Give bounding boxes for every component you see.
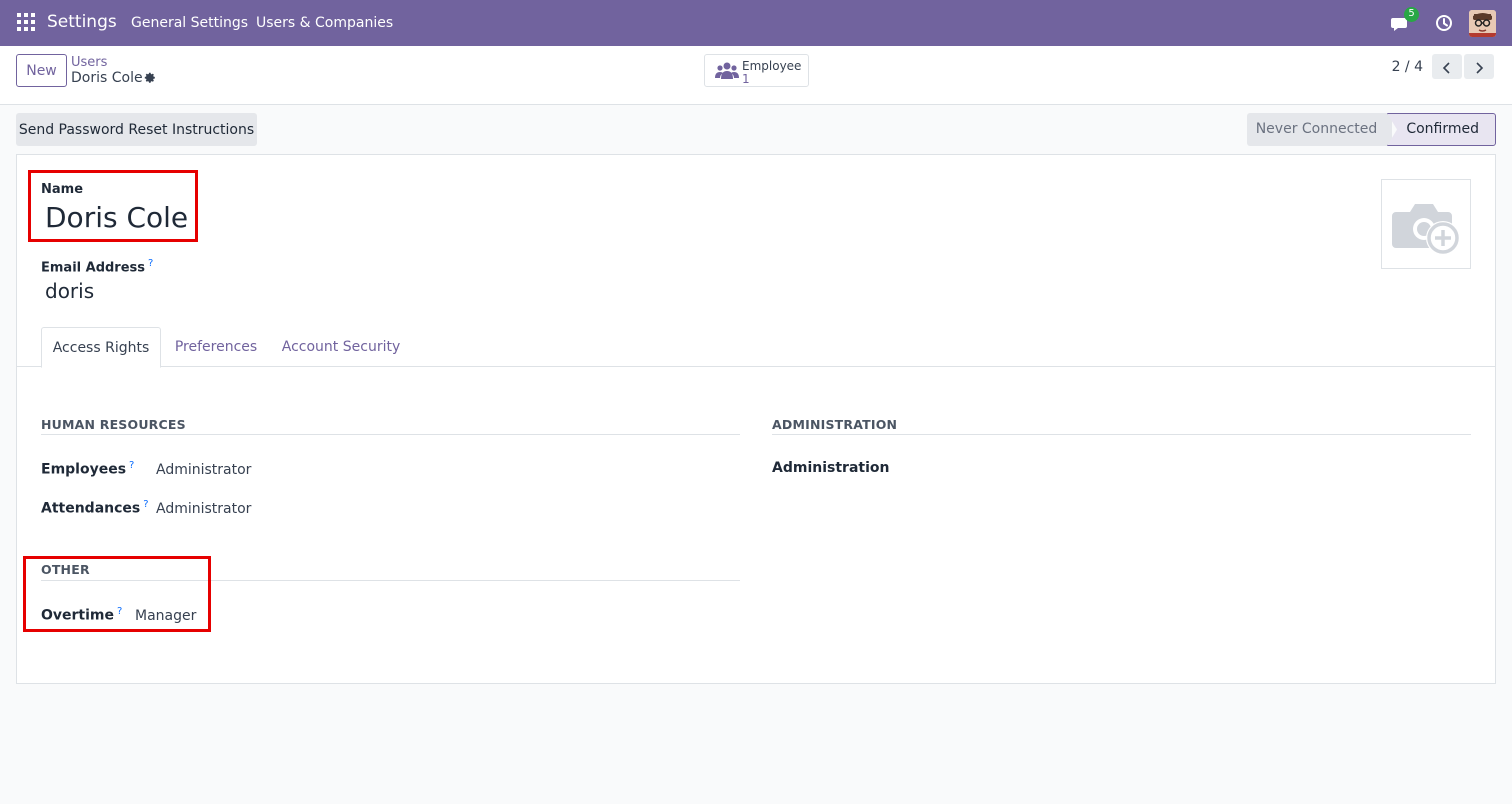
app-title[interactable]: Settings: [47, 12, 117, 32]
apps-grid-icon[interactable]: [17, 13, 35, 31]
employees-label-text: Employees: [41, 461, 127, 478]
attendances-label-text: Attendances: [41, 500, 141, 517]
users-icon: [715, 62, 739, 79]
new-button[interactable]: New: [16, 54, 67, 87]
breadcrumb-current: Doris Cole: [71, 70, 143, 86]
attendances-label: Attendances?: [41, 499, 149, 517]
form-sheet: Name Doris Cole Email Address? doris Acc…: [16, 154, 1496, 684]
smart-button-label: Employee: [742, 59, 802, 73]
chat-badge: 5: [1404, 7, 1419, 22]
pager-next-button[interactable]: [1464, 54, 1494, 79]
employees-field[interactable]: Administrator: [156, 462, 251, 478]
notebook-tabs: Access Rights Preferences Account Securi…: [17, 327, 1495, 368]
highlight-box-name: [28, 170, 198, 242]
email-label: Email Address?: [41, 258, 153, 275]
status-bar: Never Connected Confirmed: [1247, 113, 1496, 146]
stage-confirmed[interactable]: Confirmed: [1387, 113, 1496, 146]
administration-label: Administration: [772, 460, 890, 476]
user-avatar[interactable]: [1469, 9, 1496, 37]
section-title-human-resources: HUMAN RESOURCES: [41, 417, 186, 432]
attendances-field[interactable]: Administrator: [156, 501, 251, 517]
section-divider: [41, 434, 740, 435]
clock-icon[interactable]: [1435, 14, 1453, 32]
pager-previous-button[interactable]: [1432, 54, 1462, 79]
email-field[interactable]: doris: [45, 279, 94, 303]
help-tooltip-icon[interactable]: ?: [129, 460, 134, 471]
highlight-box-other: [23, 556, 211, 632]
employee-smart-button[interactable]: Employee 1: [704, 54, 809, 87]
help-tooltip-icon[interactable]: ?: [143, 499, 148, 510]
tab-access-rights[interactable]: Access Rights: [41, 327, 161, 368]
help-tooltip-icon[interactable]: ?: [148, 258, 153, 269]
pager-value[interactable]: 2 / 4: [1392, 59, 1423, 75]
avatar-upload[interactable]: [1381, 179, 1471, 269]
control-panel: New Users Doris Cole Employee 1 2 / 4: [0, 46, 1512, 105]
gear-icon[interactable]: [144, 72, 157, 85]
smart-button-count: 1: [742, 72, 750, 86]
menu-general-settings[interactable]: General Settings: [131, 15, 248, 31]
chevron-left-icon: [1442, 62, 1450, 74]
stage-never-connected[interactable]: Never Connected: [1247, 113, 1392, 146]
tab-preferences[interactable]: Preferences: [167, 327, 265, 367]
employees-label: Employees?: [41, 460, 134, 478]
camera-plus-icon: [1392, 204, 1460, 255]
breadcrumb-users[interactable]: Users: [71, 55, 107, 70]
section-title-administration: ADMINISTRATION: [772, 417, 898, 432]
email-label-text: Email Address: [41, 260, 146, 276]
chevron-right-icon: [1476, 62, 1484, 74]
top-navbar: Settings General Settings Users & Compan…: [0, 0, 1512, 46]
section-divider: [772, 434, 1471, 435]
tab-account-security[interactable]: Account Security: [277, 327, 405, 367]
send-password-reset-button[interactable]: Send Password Reset Instructions: [16, 113, 257, 146]
menu-users-companies[interactable]: Users & Companies: [256, 15, 393, 31]
chat-icon[interactable]: 5: [1391, 7, 1419, 33]
navbar-systray: 5: [1391, 7, 1496, 37]
